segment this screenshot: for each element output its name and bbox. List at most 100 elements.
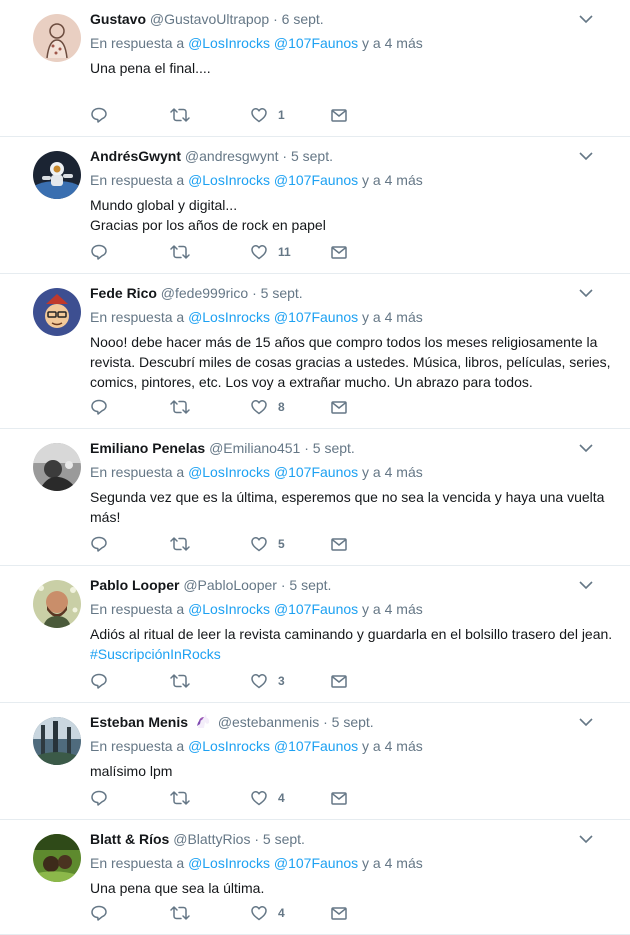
user-handle[interactable]: @fede999rico [161, 285, 248, 301]
direct-message-button[interactable] [330, 904, 410, 922]
mention-link[interactable]: @107Faunos [274, 738, 358, 754]
timestamp[interactable]: 5 sept. [261, 285, 303, 301]
like-button[interactable]: 11 [250, 243, 330, 261]
mention-link[interactable]: @LosInrocks [188, 172, 270, 188]
mention-link[interactable]: @LosInrocks [188, 35, 270, 51]
direct-message-button[interactable] [330, 535, 410, 553]
avatar[interactable] [33, 717, 81, 765]
avatar[interactable] [33, 288, 81, 336]
like-button[interactable]: 1 [250, 106, 330, 124]
direct-message-button[interactable] [330, 243, 410, 261]
reply-button[interactable] [90, 398, 170, 416]
timestamp[interactable]: 5 sept. [263, 831, 305, 847]
user-handle[interactable]: @andresgwynt [185, 148, 279, 164]
chevron-down-icon[interactable] [579, 14, 593, 24]
user-name[interactable]: AndrésGwynt [90, 148, 181, 164]
user-handle[interactable]: @BlattyRios [173, 831, 250, 847]
user-name[interactable]: Gustavo [90, 11, 146, 27]
user-name[interactable]: Blatt & Ríos [90, 831, 169, 847]
user-name[interactable]: Fede Rico [90, 285, 157, 301]
chevron-down-icon[interactable] [579, 443, 593, 453]
reply-button[interactable] [90, 904, 170, 922]
mention-link[interactable]: @LosInrocks [188, 309, 270, 325]
tweet[interactable]: Gustavo @GustavoUltrapop · 6 sept. En re… [0, 0, 630, 137]
chevron-down-icon[interactable] [579, 151, 593, 161]
heart-icon [251, 537, 267, 552]
timestamp[interactable]: 5 sept. [291, 148, 333, 164]
tweet[interactable]: Esteban Menis @estebanmenis · 5 sept. En… [0, 703, 630, 820]
direct-message-button[interactable] [330, 398, 410, 416]
hashtag-link[interactable]: #SuscripciónInRocks [90, 646, 221, 662]
mention-link[interactable]: @LosInrocks [188, 738, 270, 754]
more-mentions[interactable]: 4 más [385, 35, 423, 51]
like-count: 4 [278, 791, 285, 805]
envelope-icon [331, 246, 347, 259]
retweet-button[interactable] [170, 789, 250, 807]
retweet-button[interactable] [170, 904, 250, 922]
timestamp[interactable]: 5 sept. [332, 714, 374, 730]
retweet-button[interactable] [170, 672, 250, 690]
avatar[interactable] [33, 580, 81, 628]
retweet-button[interactable] [170, 535, 250, 553]
timestamp[interactable]: 5 sept. [289, 577, 331, 593]
user-name[interactable]: Emiliano Penelas [90, 440, 205, 456]
like-button[interactable]: 5 [250, 535, 330, 553]
user-handle[interactable]: @PabloLooper [183, 577, 277, 593]
retweet-button[interactable] [170, 243, 250, 261]
tweet[interactable]: AndrésGwynt @andresgwynt · 5 sept. En re… [0, 137, 630, 274]
like-button[interactable]: 3 [250, 672, 330, 690]
like-button[interactable]: 8 [250, 398, 330, 416]
mention-link[interactable]: @107Faunos [274, 35, 358, 51]
user-handle[interactable]: @GustavoUltrapop [150, 11, 269, 27]
forest-photo-avatar [33, 717, 81, 765]
chevron-down-icon[interactable] [579, 834, 593, 844]
mention-link[interactable]: @107Faunos [274, 172, 358, 188]
tweet[interactable]: Blatt & Ríos @BlattyRios · 5 sept. En re… [0, 820, 630, 935]
like-button[interactable]: 4 [250, 904, 330, 922]
reply-icon [91, 673, 107, 689]
more-mentions[interactable]: 4 más [385, 855, 423, 871]
direct-message-button[interactable] [330, 789, 410, 807]
more-mentions[interactable]: 4 más [385, 309, 423, 325]
reply-button[interactable] [90, 789, 170, 807]
more-mentions[interactable]: 4 más [385, 172, 423, 188]
timestamp[interactable]: 6 sept. [282, 11, 324, 27]
heart-icon [251, 674, 267, 689]
mention-link[interactable]: @107Faunos [274, 309, 358, 325]
mention-link[interactable]: @107Faunos [274, 855, 358, 871]
reply-button[interactable] [90, 672, 170, 690]
retweet-button[interactable] [170, 398, 250, 416]
reply-button[interactable] [90, 535, 170, 553]
reply-button[interactable] [90, 106, 170, 124]
mention-link[interactable]: @107Faunos [274, 464, 358, 480]
retweet-button[interactable] [170, 106, 250, 124]
avatar[interactable] [33, 14, 81, 62]
like-button[interactable]: 4 [250, 789, 330, 807]
chevron-down-icon[interactable] [579, 717, 593, 727]
timestamp[interactable]: 5 sept. [313, 440, 355, 456]
user-name[interactable]: Esteban Menis [90, 714, 188, 730]
mention-link[interactable]: @LosInrocks [188, 601, 270, 617]
chevron-down-icon[interactable] [579, 288, 593, 298]
mention-link[interactable]: @107Faunos [274, 601, 358, 617]
user-name[interactable]: Pablo Looper [90, 577, 179, 593]
reply-button[interactable] [90, 243, 170, 261]
tweet[interactable]: Pablo Looper @PabloLooper · 5 sept. En r… [0, 566, 630, 703]
unicorn-emoji-icon [196, 714, 210, 728]
direct-message-button[interactable] [330, 672, 410, 690]
retweet-icon [170, 674, 190, 688]
user-handle[interactable]: @estebanmenis [218, 714, 319, 730]
user-handle[interactable]: @Emiliano451 [209, 440, 300, 456]
more-mentions[interactable]: 4 más [385, 601, 423, 617]
tweet[interactable]: Fede Rico @fede999rico · 5 sept. En resp… [0, 274, 630, 429]
more-mentions[interactable]: 4 más [385, 738, 423, 754]
direct-message-button[interactable] [330, 106, 410, 124]
avatar[interactable] [33, 151, 81, 199]
avatar[interactable] [33, 834, 81, 882]
more-mentions[interactable]: 4 más [385, 464, 423, 480]
mention-link[interactable]: @LosInrocks [188, 464, 270, 480]
chevron-down-icon[interactable] [579, 580, 593, 590]
avatar[interactable] [33, 443, 81, 491]
mention-link[interactable]: @LosInrocks [188, 855, 270, 871]
tweet[interactable]: Emiliano Penelas @Emiliano451 · 5 sept. … [0, 429, 630, 566]
